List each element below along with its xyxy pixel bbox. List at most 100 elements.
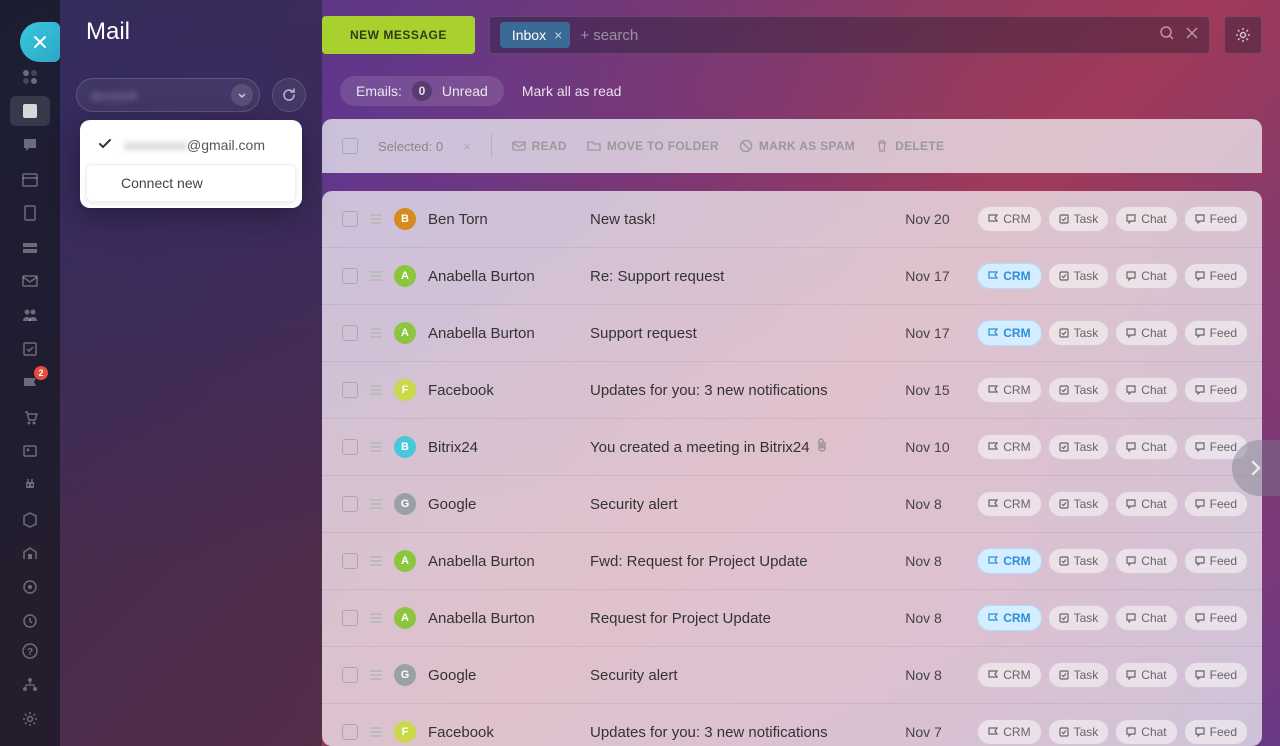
drag-handle-icon[interactable] xyxy=(370,499,382,509)
select-all-checkbox[interactable] xyxy=(342,138,358,154)
drag-handle-icon[interactable] xyxy=(370,613,382,623)
rail-item-inventory[interactable] xyxy=(10,504,50,534)
rail-item-chat[interactable] xyxy=(10,130,50,160)
email-row[interactable]: FFacebookUpdates for you: 3 new notifica… xyxy=(322,362,1262,419)
email-row[interactable]: BBitrix24You created a meeting in Bitrix… xyxy=(322,419,1262,476)
rail-item-shop[interactable] xyxy=(10,402,50,432)
chat-button[interactable]: Chat xyxy=(1115,263,1177,289)
rail-item-settings[interactable] xyxy=(10,704,50,734)
email-row[interactable]: AAnabella BurtonRequest for Project Upda… xyxy=(322,590,1262,647)
search-input[interactable] xyxy=(580,27,1149,44)
rail-item-sitemap[interactable] xyxy=(10,670,50,700)
rail-item-automation[interactable] xyxy=(10,470,50,500)
mark-all-read-button[interactable]: Mark all as read xyxy=(522,83,622,99)
drag-handle-icon[interactable] xyxy=(370,271,382,281)
search-filter-chip[interactable]: Inbox × xyxy=(500,22,570,48)
task-button[interactable]: Task xyxy=(1048,320,1110,346)
email-checkbox[interactable] xyxy=(342,382,358,398)
email-row[interactable]: AAnabella BurtonRe: Support request Nov … xyxy=(322,248,1262,305)
crm-button[interactable]: CRM xyxy=(977,548,1041,574)
rail-item-drive[interactable] xyxy=(10,232,50,262)
task-button[interactable]: Task xyxy=(1048,434,1110,460)
chat-button[interactable]: Chat xyxy=(1115,719,1177,745)
rail-item-calendar[interactable] xyxy=(10,164,50,194)
rail-item-documents[interactable] xyxy=(10,198,50,228)
email-row[interactable]: AAnabella BurtonSupport request Nov 17CR… xyxy=(322,305,1262,362)
rail-item-crm[interactable]: 2 xyxy=(10,368,50,398)
feed-button[interactable]: Feed xyxy=(1184,263,1248,289)
settings-button[interactable] xyxy=(1224,16,1262,54)
chat-button[interactable]: Chat xyxy=(1115,662,1177,688)
task-button[interactable]: Task xyxy=(1048,377,1110,403)
action-move[interactable]: MOVE TO FOLDER xyxy=(587,139,719,153)
feed-button[interactable]: Feed xyxy=(1184,605,1248,631)
email-checkbox[interactable] xyxy=(342,496,358,512)
drag-handle-icon[interactable] xyxy=(370,214,382,224)
search-clear-icon[interactable] xyxy=(1185,26,1199,45)
crm-button[interactable]: CRM xyxy=(977,491,1041,517)
drag-handle-icon[interactable] xyxy=(370,670,382,680)
email-checkbox[interactable] xyxy=(342,553,358,569)
chat-button[interactable]: Chat xyxy=(1115,377,1177,403)
email-checkbox[interactable] xyxy=(342,211,358,227)
drag-handle-icon[interactable] xyxy=(370,556,382,566)
crm-button[interactable]: CRM xyxy=(977,605,1041,631)
email-row[interactable]: AAnabella BurtonFwd: Request for Project… xyxy=(322,533,1262,590)
clear-selection-icon[interactable]: × xyxy=(463,139,471,154)
chip-remove-icon[interactable]: × xyxy=(554,27,562,43)
action-delete[interactable]: DELETE xyxy=(875,139,944,153)
feed-button[interactable]: Feed xyxy=(1184,491,1248,517)
filter-unread-pill[interactable]: Emails: 0 Unread xyxy=(340,76,504,106)
task-button[interactable]: Task xyxy=(1048,206,1110,232)
crm-button[interactable]: CRM xyxy=(977,263,1041,289)
crm-button[interactable]: CRM xyxy=(977,662,1041,688)
email-checkbox[interactable] xyxy=(342,268,358,284)
rail-item-workgroups[interactable] xyxy=(10,300,50,330)
close-panel-button[interactable] xyxy=(20,22,60,62)
crm-button[interactable]: CRM xyxy=(977,434,1041,460)
drag-handle-icon[interactable] xyxy=(370,328,382,338)
email-checkbox[interactable] xyxy=(342,439,358,455)
task-button[interactable]: Task xyxy=(1048,605,1110,631)
crm-button[interactable]: CRM xyxy=(977,719,1041,745)
task-button[interactable]: Task xyxy=(1048,491,1110,517)
chat-button[interactable]: Chat xyxy=(1115,605,1177,631)
rail-item-time[interactable] xyxy=(10,606,50,636)
action-spam[interactable]: MARK AS SPAM xyxy=(739,139,855,153)
feed-button[interactable]: Feed xyxy=(1184,662,1248,688)
rail-item-tasks[interactable] xyxy=(10,334,50,364)
rail-item-mail[interactable] xyxy=(10,266,50,296)
crm-button[interactable]: CRM xyxy=(977,377,1041,403)
rail-item-company[interactable] xyxy=(10,538,50,568)
rail-item-feed[interactable] xyxy=(10,96,50,126)
email-row[interactable]: BBen TornNew task! Nov 20CRMTaskChatFeed xyxy=(322,191,1262,248)
task-button[interactable]: Task xyxy=(1048,548,1110,574)
email-checkbox[interactable] xyxy=(342,610,358,626)
account-select[interactable]: account xyxy=(76,78,260,112)
refresh-button[interactable] xyxy=(272,78,306,112)
connect-new-account[interactable]: Connect new xyxy=(86,164,296,202)
email-row[interactable]: GGoogleSecurity alert Nov 8CRMTaskChatFe… xyxy=(322,476,1262,533)
crm-button[interactable]: CRM xyxy=(977,206,1041,232)
task-button[interactable]: Task xyxy=(1048,662,1110,688)
account-option[interactable]: xxxxxxxxx@gmail.com xyxy=(86,126,296,164)
rail-item-dashboard[interactable] xyxy=(10,62,50,92)
chat-button[interactable]: Chat xyxy=(1115,206,1177,232)
new-message-button[interactable]: NEW MESSAGE xyxy=(322,16,475,54)
feed-button[interactable]: Feed xyxy=(1184,320,1248,346)
search-icon[interactable] xyxy=(1159,25,1175,46)
feed-button[interactable]: Feed xyxy=(1184,377,1248,403)
chat-button[interactable]: Chat xyxy=(1115,320,1177,346)
email-checkbox[interactable] xyxy=(342,724,358,740)
drag-handle-icon[interactable] xyxy=(370,442,382,452)
feed-button[interactable]: Feed xyxy=(1184,206,1248,232)
search-bar[interactable]: Inbox × xyxy=(489,16,1210,54)
action-read[interactable]: READ xyxy=(512,139,567,153)
rail-item-marketing[interactable] xyxy=(10,572,50,602)
drag-handle-icon[interactable] xyxy=(370,385,382,395)
task-button[interactable]: Task xyxy=(1048,263,1110,289)
crm-button[interactable]: CRM xyxy=(977,320,1041,346)
email-checkbox[interactable] xyxy=(342,325,358,341)
rail-item-contact[interactable] xyxy=(10,436,50,466)
email-checkbox[interactable] xyxy=(342,667,358,683)
